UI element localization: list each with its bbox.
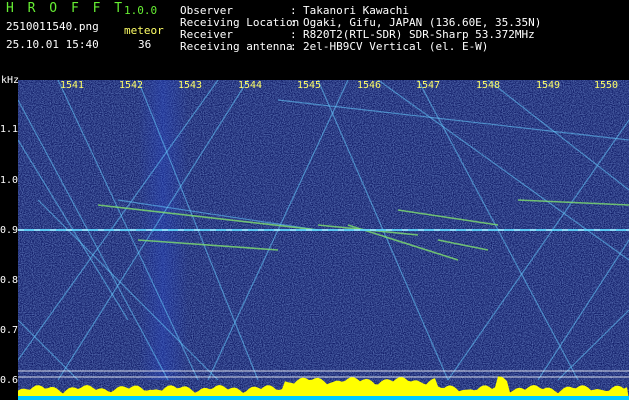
y-tick-label: 0.9 bbox=[0, 225, 19, 236]
app-version: 1.0.0 bbox=[124, 4, 158, 17]
x-tick-label: 1541 bbox=[60, 80, 85, 91]
image-filename: 2510011540.png bbox=[6, 20, 99, 33]
meteor-label: meteor bbox=[124, 24, 164, 37]
x-tick-label: 1550 bbox=[594, 80, 619, 91]
spectrogram-noise bbox=[18, 80, 629, 400]
x-tick-label: 1542 bbox=[119, 80, 144, 91]
info-antenna-sep: : bbox=[290, 40, 297, 53]
x-tick-label: 1546 bbox=[357, 80, 382, 91]
y-tick-label: 0.7 bbox=[0, 325, 19, 336]
y-tick-label: 1.1 bbox=[0, 124, 19, 135]
capture-datetime: 25.10.01 15:40 bbox=[6, 38, 99, 51]
y-tick-label: 0.8 bbox=[0, 275, 19, 286]
y-axis-unit: kHz bbox=[1, 75, 20, 86]
y-tick-label: 1.0 bbox=[0, 175, 19, 186]
x-tick-label: 1547 bbox=[416, 80, 441, 91]
meteor-count: 36 bbox=[138, 38, 152, 51]
app-title: H R O F F T bbox=[6, 1, 126, 16]
x-tick-label: 1548 bbox=[476, 80, 501, 91]
x-tick-label: 1543 bbox=[178, 80, 203, 91]
y-tick-label: 0.6 bbox=[0, 375, 19, 386]
x-tick-label: 1545 bbox=[297, 80, 322, 91]
info-antenna-label: Receiving antenna bbox=[180, 40, 293, 53]
spectrogram-plot bbox=[18, 80, 629, 400]
x-tick-label: 1549 bbox=[536, 80, 561, 91]
x-tick-label: 1544 bbox=[238, 80, 263, 91]
info-antenna-value: 2el-HB9CV Vertical (el. E-W) bbox=[303, 40, 489, 53]
header-panel: H R O F F T 1.0.0 2510011540.png meteor … bbox=[0, 0, 629, 80]
histogram-baseline bbox=[18, 396, 629, 400]
